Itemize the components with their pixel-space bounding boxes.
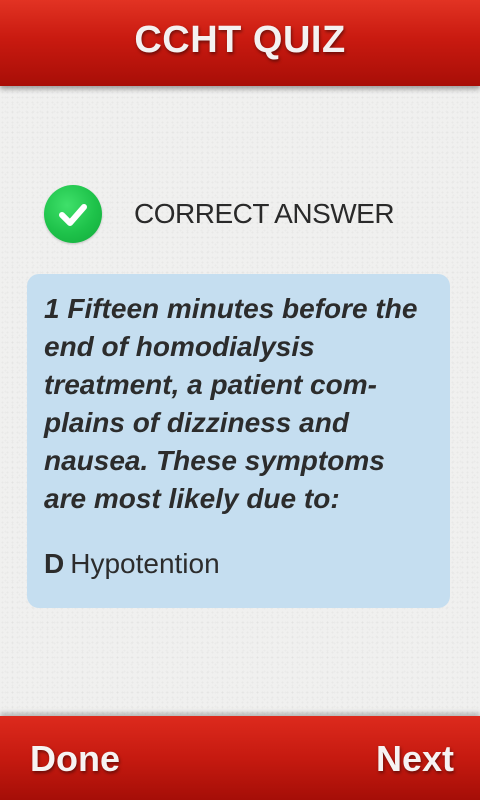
done-button[interactable]: Done xyxy=(30,738,120,780)
app-title: CCHT QUIZ xyxy=(134,18,346,61)
answer-row: D Hypotention xyxy=(44,548,432,580)
question-text: 1 Fifteen minutes before the end of homo… xyxy=(44,293,418,514)
answer-status: CORRECT ANSWER xyxy=(44,184,395,244)
footer-bar: Done Next xyxy=(0,716,480,800)
check-circle-icon xyxy=(44,185,102,243)
answer-text: Hypotention xyxy=(70,548,220,579)
header-bar: CCHT QUIZ xyxy=(0,0,480,86)
next-button[interactable]: Next xyxy=(376,738,454,780)
answer-letter: D xyxy=(44,548,65,579)
status-label: CORRECT ANSWER xyxy=(134,198,395,229)
question-card: 1 Fifteen minutes before the end of homo… xyxy=(27,274,450,608)
